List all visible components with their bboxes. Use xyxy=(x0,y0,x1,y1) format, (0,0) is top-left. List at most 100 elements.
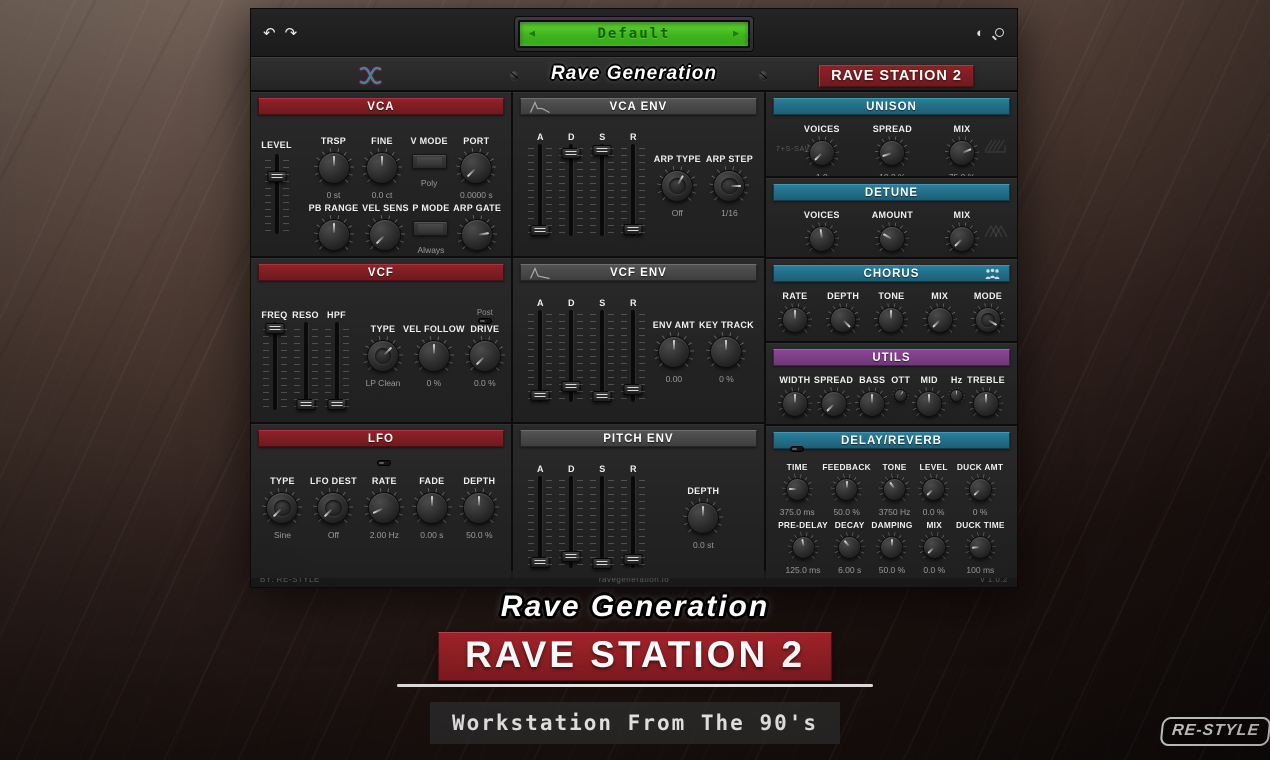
env-amt-knob[interactable] xyxy=(658,336,690,368)
s-slider-handle[interactable] xyxy=(593,145,612,156)
mid-knob[interactable] xyxy=(916,391,942,417)
depth-knob[interactable] xyxy=(463,492,495,524)
mix-knob[interactable] xyxy=(927,307,953,333)
s-slider[interactable] xyxy=(589,144,615,236)
time-sync-toggle[interactable] xyxy=(790,446,804,452)
theme-contrast-icon[interactable]: ◐ xyxy=(976,25,984,40)
r-slider[interactable] xyxy=(620,476,646,568)
arp-gate-knob[interactable] xyxy=(461,219,493,251)
voices-knob[interactable] xyxy=(809,140,835,166)
hz-knob[interactable] xyxy=(950,389,963,402)
lfo-dest-param: LFO DESTOff xyxy=(310,476,357,540)
reso-slider-handle[interactable] xyxy=(296,399,315,410)
d-slider-handle[interactable] xyxy=(562,381,581,392)
freq-slider[interactable] xyxy=(262,322,288,410)
d-slider[interactable] xyxy=(558,310,584,402)
a-slider[interactable] xyxy=(527,144,553,236)
spread-knob[interactable] xyxy=(821,391,847,417)
mix-knob[interactable] xyxy=(949,226,975,252)
tone-knob[interactable] xyxy=(878,307,904,333)
vel-follow-param: VEL FOLLOW0 % xyxy=(403,324,465,410)
width-knob[interactable] xyxy=(782,391,808,417)
r-slider-handle[interactable] xyxy=(624,554,643,565)
s-slider[interactable] xyxy=(589,476,615,568)
key-track-knob[interactable] xyxy=(710,336,742,368)
r-slider[interactable] xyxy=(620,144,646,236)
arp-step-knob[interactable] xyxy=(713,170,745,202)
r-slider-handle[interactable] xyxy=(624,224,643,235)
mix-knob[interactable] xyxy=(949,140,975,166)
rate-sync-toggle[interactable] xyxy=(377,460,391,466)
drive-sync-toggle[interactable] xyxy=(478,318,492,324)
reso-slider[interactable] xyxy=(293,322,319,410)
depth-knob[interactable] xyxy=(687,502,719,534)
pre-delay-knob[interactable] xyxy=(792,536,815,559)
resize-zoom-icon[interactable] xyxy=(995,28,1004,37)
hpf-slider-handle[interactable] xyxy=(327,399,346,410)
pre-delay-value: 125.0 ms xyxy=(786,565,821,575)
env-amt-param: ENV AMT0.00 xyxy=(653,320,695,384)
vel-follow-knob[interactable] xyxy=(418,340,450,372)
key-track-label: KEY TRACK xyxy=(699,320,754,330)
freq-slider-handle[interactable] xyxy=(265,323,284,334)
d-slider[interactable] xyxy=(558,476,584,568)
voices-knob[interactable] xyxy=(809,226,835,252)
preset-next-icon[interactable]: ► xyxy=(731,29,741,40)
mix-value: 75.0 % xyxy=(949,172,975,176)
mode-knob[interactable] xyxy=(975,307,1001,333)
level-slider[interactable] xyxy=(264,154,290,234)
depth-label: DEPTH xyxy=(463,476,495,486)
depth-knob[interactable] xyxy=(830,307,856,333)
utils-title: UTILS xyxy=(872,352,910,364)
tone-knob[interactable] xyxy=(883,478,906,501)
p-mode-button[interactable] xyxy=(413,221,448,236)
level-knob[interactable] xyxy=(922,478,945,501)
vca-header: VCA xyxy=(258,98,504,115)
a-slider[interactable] xyxy=(527,310,553,402)
level-slider-handle[interactable] xyxy=(267,171,286,182)
duck-time-knob[interactable] xyxy=(969,536,992,559)
r-slider[interactable] xyxy=(620,310,646,402)
trsp-knob[interactable] xyxy=(318,152,350,184)
depth-value: 100.0 % xyxy=(828,339,859,341)
depth-value: 50.0 % xyxy=(466,530,492,540)
mix-knob[interactable] xyxy=(923,536,946,559)
hpf-slider[interactable] xyxy=(324,322,350,410)
s-slider-handle[interactable] xyxy=(593,558,612,569)
fine-knob[interactable] xyxy=(366,152,398,184)
preset-prev-icon[interactable]: ◄ xyxy=(527,29,537,40)
rate-knob[interactable] xyxy=(782,307,808,333)
spread-knob[interactable] xyxy=(879,140,905,166)
pb-range-knob[interactable] xyxy=(318,219,350,251)
d-slider-handle[interactable] xyxy=(562,148,581,159)
reso-slider-param: RESO xyxy=(290,310,321,410)
decay-knob[interactable] xyxy=(838,536,861,559)
fade-knob[interactable] xyxy=(416,492,448,524)
a-slider[interactable] xyxy=(527,476,553,568)
a-slider-handle[interactable] xyxy=(531,557,550,568)
damping-knob[interactable] xyxy=(880,536,903,559)
type-knob[interactable] xyxy=(367,340,399,372)
d-slider[interactable] xyxy=(558,144,584,236)
s-slider-handle[interactable] xyxy=(593,391,612,402)
preset-name[interactable]: Default xyxy=(597,26,670,42)
duck-time-value: 100 ms xyxy=(966,565,994,575)
type-label: TYPE xyxy=(371,324,396,334)
a-slider-handle[interactable] xyxy=(531,225,550,236)
a-slider-handle[interactable] xyxy=(531,390,550,401)
key-track-value: 0 % xyxy=(719,374,734,384)
treble-knob[interactable] xyxy=(973,391,999,417)
r-slider-handle[interactable] xyxy=(624,384,643,395)
redo-icon[interactable]: ↷ xyxy=(285,24,298,42)
s-slider[interactable] xyxy=(589,310,615,402)
d-slider-handle[interactable] xyxy=(562,551,581,562)
duck-amt-knob[interactable] xyxy=(969,478,992,501)
undo-icon[interactable]: ↶ xyxy=(263,24,276,42)
bass-knob[interactable] xyxy=(859,391,885,417)
drive-knob[interactable] xyxy=(469,340,501,372)
feedback-knob[interactable] xyxy=(835,478,858,501)
rate-label: RATE xyxy=(782,291,807,301)
v-mode-button[interactable] xyxy=(412,154,447,169)
time-knob[interactable] xyxy=(786,478,809,501)
level-label: LEVEL xyxy=(920,462,948,472)
